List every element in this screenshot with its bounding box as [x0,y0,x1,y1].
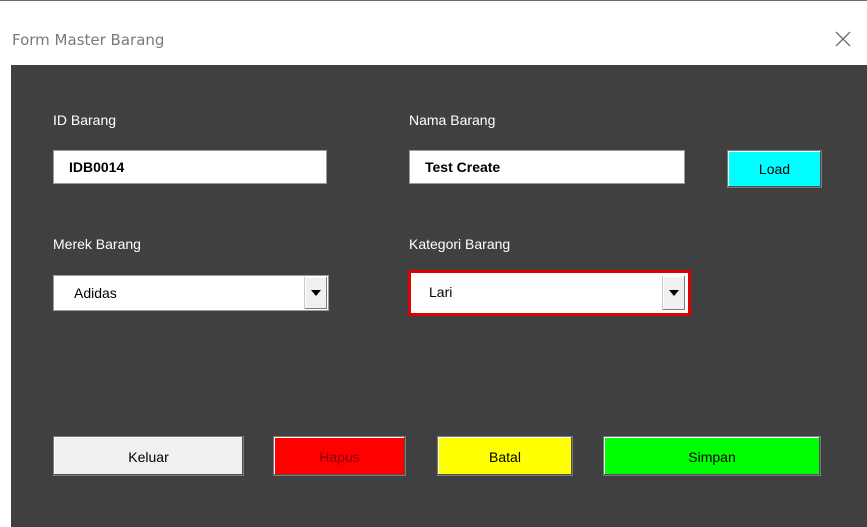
hapus-button[interactable]: Hapus [273,436,406,476]
kategori-barang-dropdown[interactable]: Lari [408,270,691,316]
kategori-barang-label: Kategori Barang [409,236,511,252]
title-bar: Form Master Barang [0,1,867,65]
simpan-button[interactable]: Simpan [603,436,821,476]
merek-barang-label: Merek Barang [53,236,141,252]
nama-barang-input[interactable]: Test Create [409,150,685,184]
id-barang-label: ID Barang [53,112,117,128]
merek-barang-selected-value: Adidas [74,285,117,301]
load-button[interactable]: Load [727,150,822,188]
keluar-button[interactable]: Keluar [53,436,244,476]
kategori-barang-selected-value: Lari [429,284,453,300]
window-title: Form Master Barang [12,31,165,49]
merek-barang-dropdown[interactable]: Adidas [53,275,329,311]
triangle-down-icon [311,290,321,296]
kategori-barang-dropdown-button[interactable] [662,276,685,310]
form-body: ID Barang IDB0014 Nama Barang Test Creat… [11,65,867,527]
id-barang-input[interactable]: IDB0014 [53,150,327,184]
nama-barang-label: Nama Barang [409,112,496,128]
merek-barang-dropdown-button[interactable] [304,277,327,309]
form-master-barang-window: Form Master Barang ID Barang IDB0014 Nam… [0,0,867,527]
close-button[interactable] [829,25,857,53]
close-icon [835,31,851,47]
triangle-down-icon [669,290,679,296]
batal-button[interactable]: Batal [437,436,573,476]
